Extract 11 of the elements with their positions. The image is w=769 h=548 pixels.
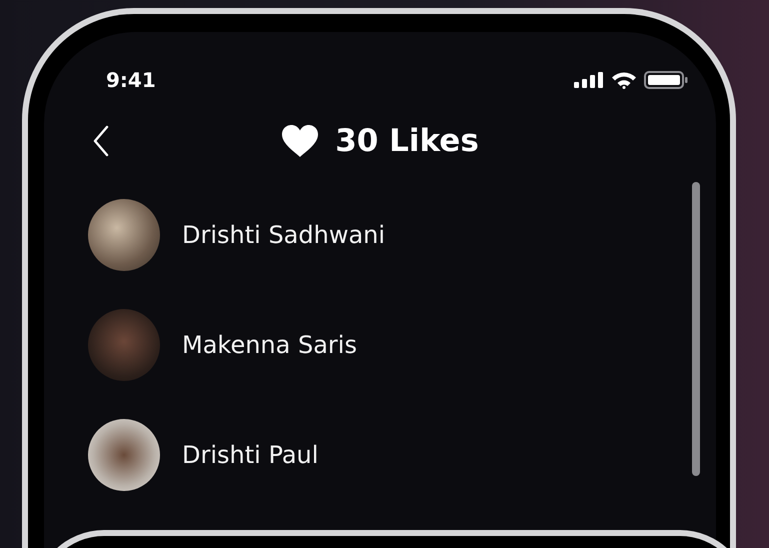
user-name[interactable]: Drishti Paul — [182, 441, 318, 469]
battery-icon — [644, 71, 688, 89]
heart-icon — [281, 124, 320, 158]
scrollbar[interactable] — [692, 182, 700, 476]
back-chevron-icon — [92, 125, 110, 157]
user-name[interactable]: Makenna Saris — [182, 331, 357, 359]
signal-icon — [574, 72, 604, 88]
user-name[interactable]: Drishti Sadhwani — [182, 221, 386, 249]
status-time: 9:41 — [106, 68, 156, 92]
wifi-icon — [611, 71, 637, 89]
screen-title: 30 Likes — [335, 123, 479, 159]
